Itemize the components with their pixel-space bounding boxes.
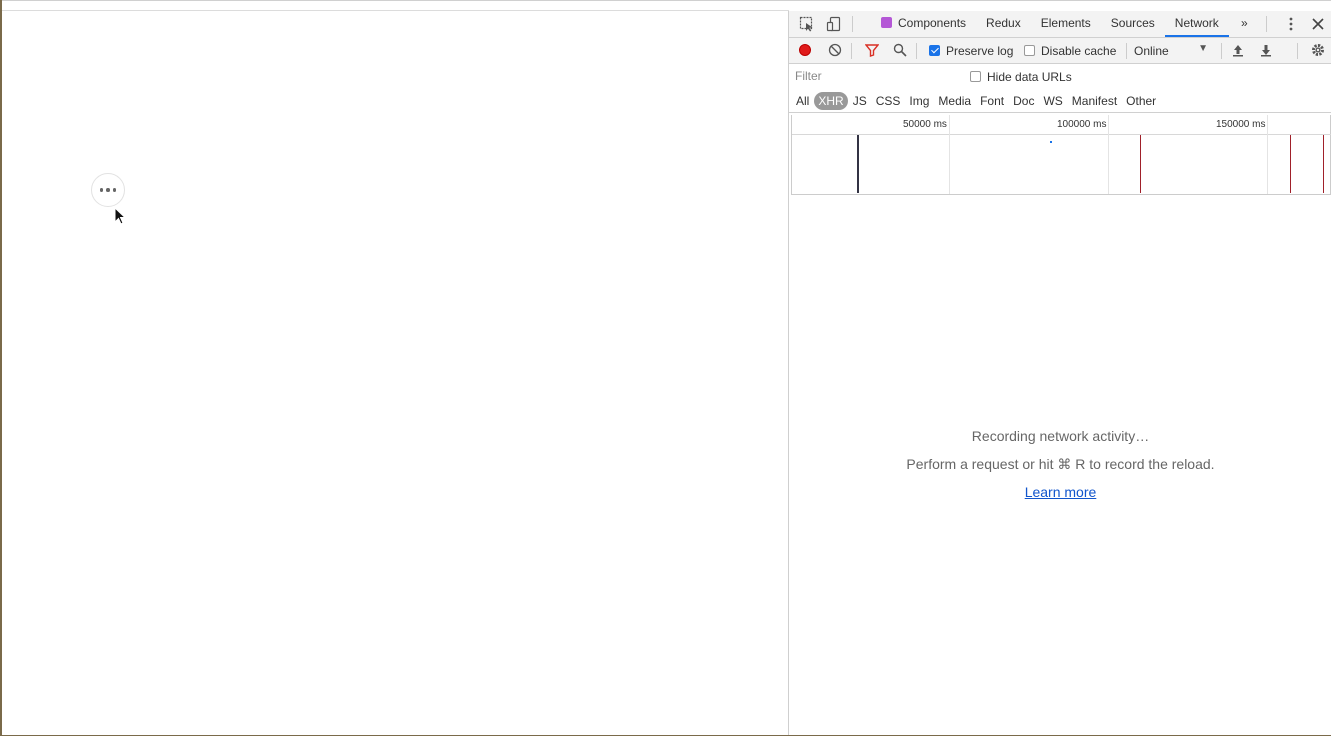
- type-manifest[interactable]: Manifest: [1068, 92, 1121, 110]
- preserve-log-label: Preserve log: [946, 44, 1014, 58]
- tab-sources[interactable]: Sources: [1101, 11, 1165, 37]
- devtools-tabs: Components Redux Elements Sources Networ…: [871, 11, 1229, 37]
- devtools-tabbar: Components Redux Elements Sources Networ…: [789, 11, 1331, 38]
- timeline-gridline: [949, 115, 950, 194]
- disable-cache-checkbox[interactable]: [1024, 45, 1035, 56]
- timeline-request-dot: [1050, 141, 1052, 143]
- tab-redux[interactable]: Redux: [976, 11, 1031, 37]
- toolbar-separator: [851, 43, 852, 59]
- browser-window: Components Redux Elements Sources Networ…: [2, 0, 1331, 735]
- dropdown-arrow-icon: ▼: [1198, 43, 1208, 54]
- type-media[interactable]: Media: [934, 92, 975, 110]
- learn-more-link[interactable]: Learn more: [1025, 482, 1097, 502]
- type-all[interactable]: All: [792, 92, 813, 110]
- tab-components[interactable]: Components: [871, 11, 976, 37]
- timeline-load-marker: [1140, 135, 1141, 193]
- type-js[interactable]: JS: [849, 92, 871, 110]
- network-toolbar: Preserve log Disable cache Online ▼: [789, 38, 1331, 64]
- mouse-cursor-icon: [114, 207, 126, 225]
- toolbar-separator: [1221, 43, 1222, 59]
- export-har-icon[interactable]: [1259, 43, 1273, 57]
- timeline-gridline: [1108, 115, 1109, 194]
- close-icon[interactable]: [1310, 16, 1326, 32]
- timeline-tick-label: 50000 ms: [903, 119, 947, 130]
- more-options-button[interactable]: [91, 173, 125, 207]
- hide-data-urls-label: Hide data URLs: [987, 70, 1072, 84]
- timeline-load-marker: [1323, 135, 1324, 193]
- type-doc[interactable]: Doc: [1009, 92, 1038, 110]
- type-css[interactable]: CSS: [872, 92, 905, 110]
- import-har-icon[interactable]: [1231, 43, 1245, 57]
- type-other[interactable]: Other: [1122, 92, 1160, 110]
- resource-type-filters: All XHR JS CSS Img Media Font Doc WS Man…: [789, 89, 1331, 113]
- throttling-select[interactable]: Online ▼: [1134, 43, 1208, 58]
- preserve-log-checkbox[interactable]: [929, 45, 940, 56]
- search-icon[interactable]: [893, 43, 907, 57]
- filter-icon[interactable]: [865, 43, 879, 57]
- toolbar-separator: [1126, 43, 1127, 59]
- empty-state: Recording network activity… Perform a re…: [789, 426, 1331, 502]
- tab-elements[interactable]: Elements: [1031, 11, 1101, 37]
- web-page: [2, 11, 788, 735]
- devtools-panel: Components Redux Elements Sources Networ…: [788, 11, 1331, 735]
- record-button[interactable]: [799, 44, 811, 56]
- tab-network[interactable]: Network: [1164, 11, 1229, 37]
- more-tabs-button[interactable]: »: [1241, 11, 1248, 36]
- type-img[interactable]: Img: [905, 92, 933, 110]
- filter-input[interactable]: [795, 68, 955, 84]
- reload-hint: Perform a request or hit ⌘ R to record t…: [906, 456, 1215, 472]
- tabbar-separator: [852, 16, 853, 32]
- timeline-load-marker: [1290, 135, 1291, 193]
- filter-bar: Hide data URLs: [789, 64, 1331, 89]
- throttling-value: Online: [1134, 44, 1169, 58]
- inspect-element-icon[interactable]: [799, 16, 815, 32]
- kebab-menu-icon[interactable]: [1283, 16, 1299, 32]
- gear-icon[interactable]: [1311, 43, 1325, 57]
- toolbar-separator: [1297, 43, 1298, 59]
- type-font[interactable]: Font: [976, 92, 1008, 110]
- clear-icon[interactable]: [828, 43, 842, 57]
- toolbar-separator: [916, 43, 917, 59]
- type-xhr[interactable]: XHR: [814, 91, 848, 110]
- recording-message: Recording network activity…: [971, 428, 1150, 444]
- timeline-tick-label: 150000 ms: [1216, 119, 1266, 130]
- type-ws[interactable]: WS: [1039, 92, 1066, 110]
- timeline-tick-label: 100000 ms: [1057, 119, 1107, 130]
- timeline-gridline: [1267, 115, 1268, 194]
- ellipsis-icon: [99, 188, 117, 192]
- network-overview-timeline[interactable]: 50000 ms 100000 ms 150000 ms: [791, 115, 1331, 195]
- timeline-load-marker: [857, 135, 859, 193]
- hide-data-urls-checkbox[interactable]: [970, 71, 981, 82]
- tab-components-label: Components: [898, 16, 967, 30]
- react-icon: [881, 17, 892, 28]
- tabbar-separator: [1266, 16, 1267, 32]
- disable-cache-label: Disable cache: [1041, 44, 1117, 58]
- device-toolbar-icon[interactable]: [826, 16, 842, 32]
